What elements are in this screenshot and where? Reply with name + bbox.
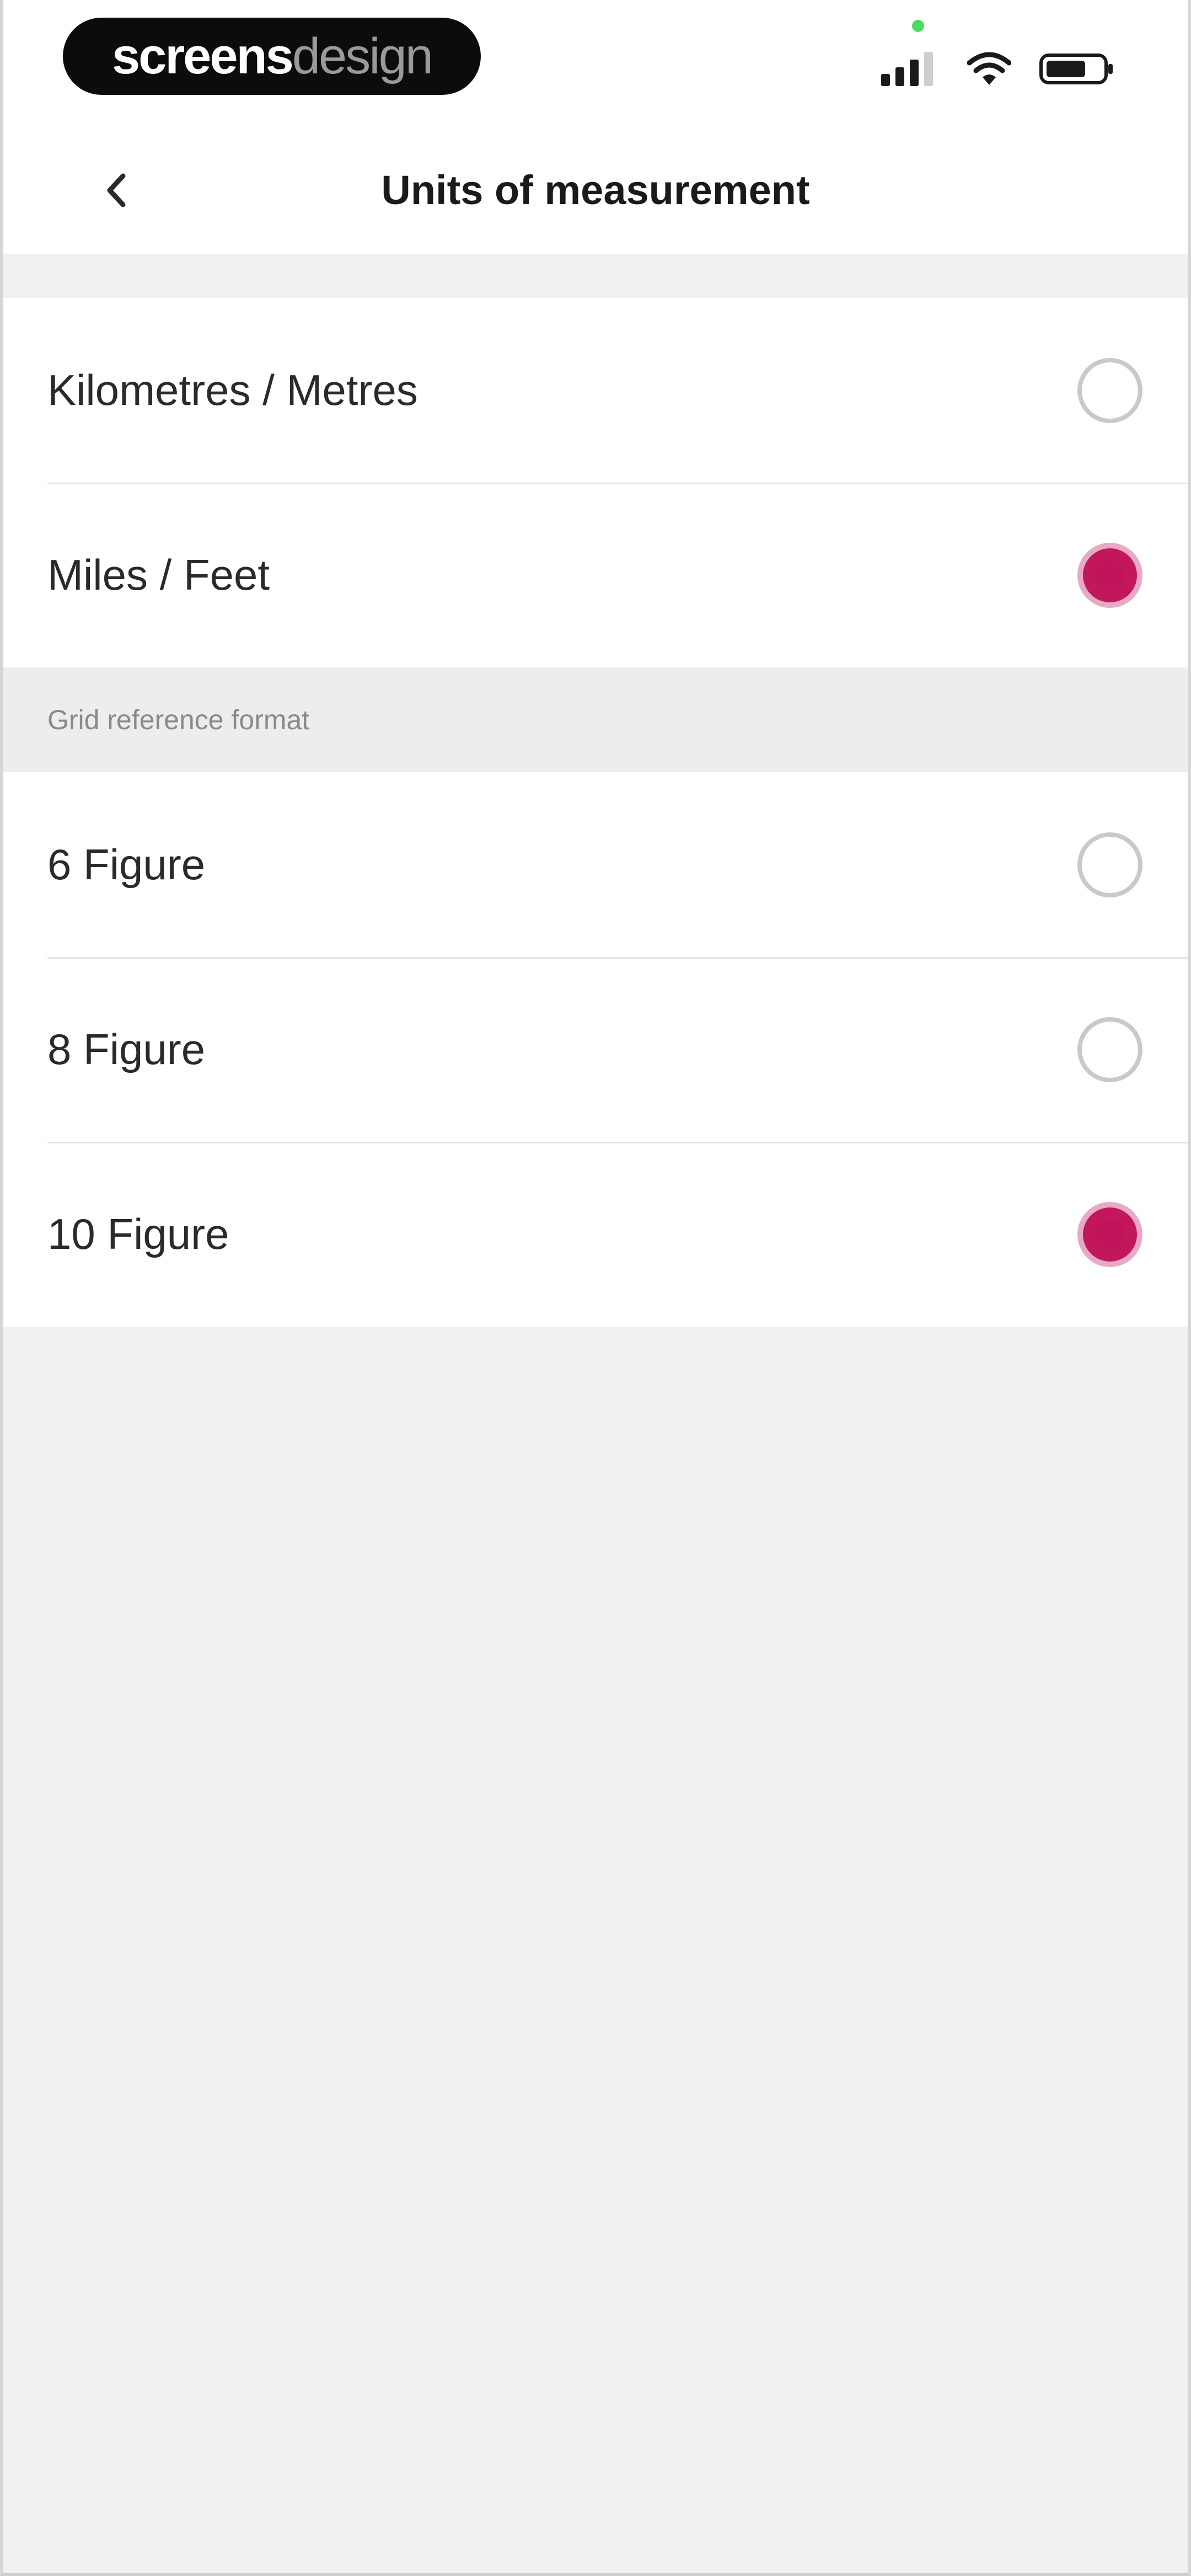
option-miles-feet[interactable]: Miles / Feet xyxy=(3,483,1188,667)
page-title: Units of measurement xyxy=(381,167,810,213)
navigation-header: Units of measurement xyxy=(3,127,1188,254)
screen: screens design Units of measurement Kilo… xyxy=(0,0,1191,2576)
units-options-group: Kilometres / Metres Miles / Feet xyxy=(3,298,1188,667)
option-label: Miles / Feet xyxy=(47,551,270,599)
section-header-grid-reference: Grid reference format xyxy=(3,667,1188,772)
status-bar: screens design xyxy=(3,0,1188,127)
radio-checked[interactable] xyxy=(1077,1201,1142,1267)
brand-logo-bold: screens xyxy=(112,28,294,84)
brand-logo: screens design xyxy=(63,18,481,95)
option-label: 10 Figure xyxy=(47,1210,229,1258)
option-8-figure[interactable]: 8 Figure xyxy=(3,957,1188,1142)
option-10-figure[interactable]: 10 Figure xyxy=(3,1142,1188,1327)
chevron-left-icon xyxy=(107,173,126,207)
option-label: 6 Figure xyxy=(47,840,206,889)
status-icons xyxy=(879,39,1116,99)
privacy-indicator-dot xyxy=(912,20,924,32)
option-kilometres-metres[interactable]: Kilometres / Metres xyxy=(3,298,1188,483)
brand-logo-light: design xyxy=(292,28,433,84)
option-label: 8 Figure xyxy=(47,1025,206,1073)
radio-checked[interactable] xyxy=(1077,542,1142,608)
radio-unchecked[interactable] xyxy=(1077,1017,1142,1082)
radio-unchecked[interactable] xyxy=(1077,832,1142,897)
section-spacer xyxy=(3,254,1188,298)
signal-icon xyxy=(881,52,933,86)
option-6-figure[interactable]: 6 Figure xyxy=(3,772,1188,957)
option-label: Kilometres / Metres xyxy=(47,366,418,414)
wifi-icon xyxy=(967,52,1011,85)
back-button[interactable] xyxy=(86,160,147,221)
battery-icon xyxy=(1039,54,1113,84)
radio-unchecked[interactable] xyxy=(1077,357,1142,423)
grid-reference-options-group: 6 Figure 8 Figure 10 Figure xyxy=(3,772,1188,1327)
